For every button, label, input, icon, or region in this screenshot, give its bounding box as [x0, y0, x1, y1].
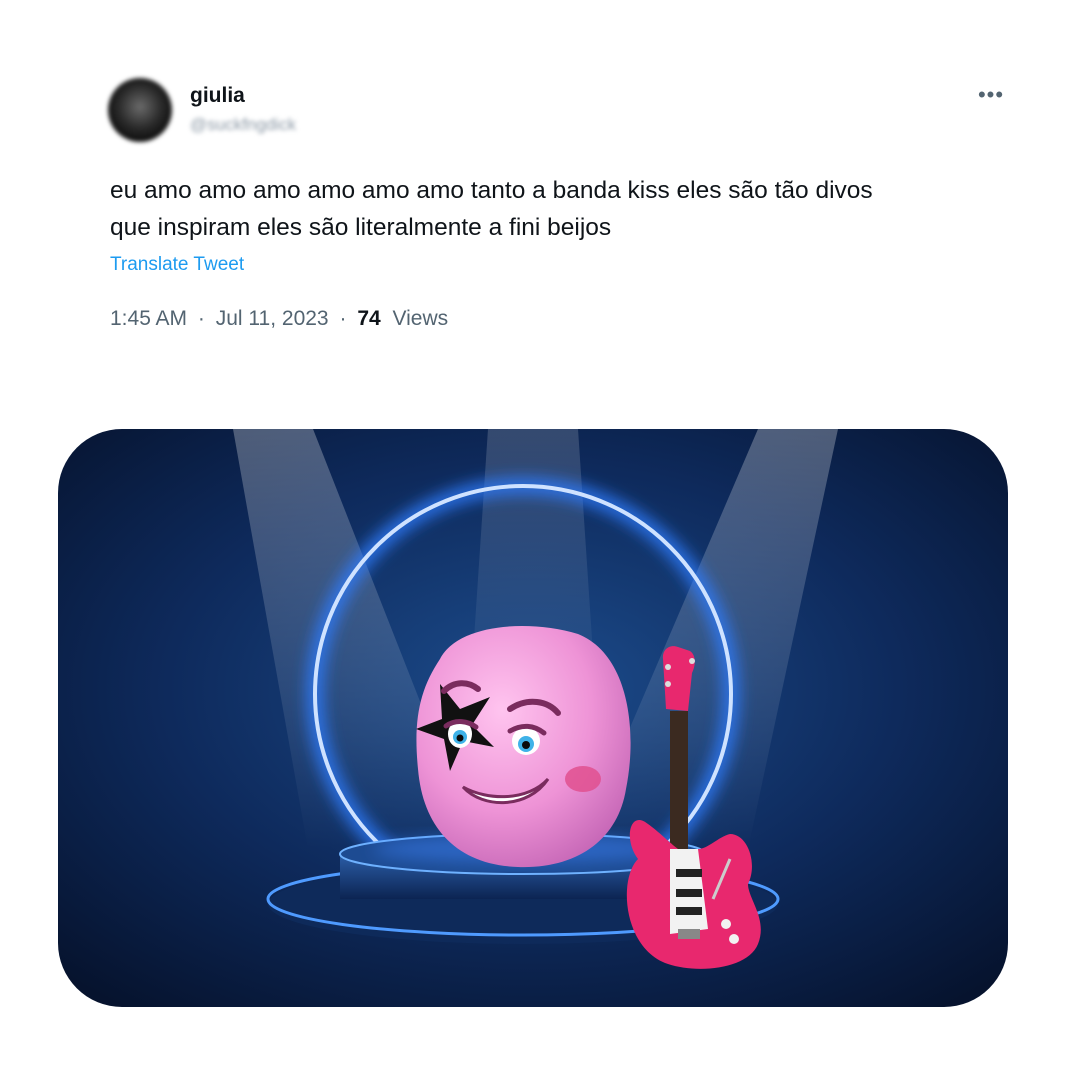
author-handle[interactable]: @suckfngdick — [190, 115, 296, 135]
tweet-text-line: eu amo amo amo amo amo amo tanto a banda… — [110, 177, 873, 204]
tweet-card: giulia @suckfngdick ••• eu amo amo amo a… — [0, 0, 1080, 1080]
tweet-meta: 1:45 AM · Jul 11, 2023 · 74 Views — [110, 307, 448, 331]
views-count[interactable]: 74 — [357, 307, 380, 330]
kiss-mark — [565, 766, 601, 792]
more-options-icon[interactable]: ••• — [976, 80, 1006, 110]
meta-separator: · — [339, 307, 347, 330]
tweet-text-line: que inspiram eles são literalmente a fin… — [110, 214, 612, 241]
author-name[interactable]: giulia — [190, 84, 245, 108]
tweet-media-image[interactable] — [58, 429, 1008, 1007]
views-label: Views — [392, 307, 449, 330]
stage-illustration — [58, 429, 1008, 1007]
tweet-time[interactable]: 1:45 AM — [110, 307, 187, 330]
tweet-text: eu amo amo amo amo amo amo tanto a banda… — [110, 172, 1010, 246]
translate-tweet-link[interactable]: Translate Tweet — [110, 254, 244, 276]
tweet-date[interactable]: Jul 11, 2023 — [216, 307, 329, 330]
meta-separator: · — [197, 307, 205, 330]
avatar[interactable] — [108, 78, 172, 142]
